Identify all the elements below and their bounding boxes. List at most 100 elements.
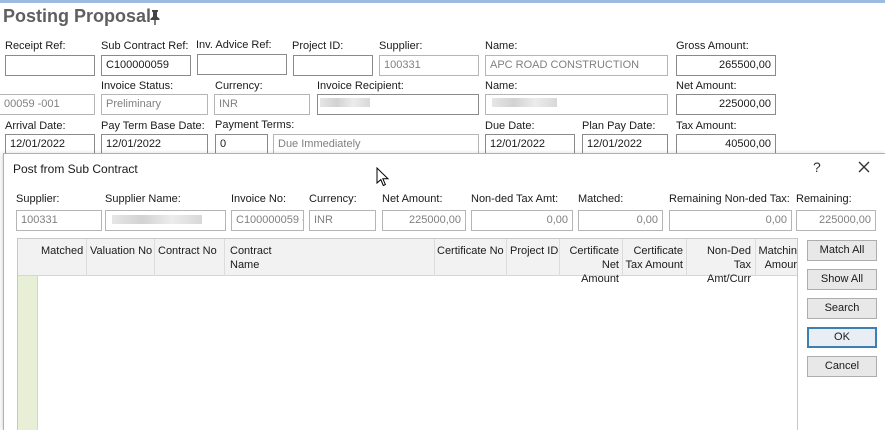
receipt-ref-label: Receipt Ref:: [5, 40, 66, 52]
net-amount-field[interactable]: 225000,00: [676, 94, 776, 115]
cancel-button[interactable]: Cancel: [807, 356, 877, 377]
pin-icon[interactable]: [148, 9, 162, 25]
column-separator: [224, 239, 225, 276]
dialog-supplier-name-label: Supplier Name:: [105, 193, 181, 205]
column-header-non-ded-line1: Non-Ded: [706, 245, 751, 257]
dialog-title: Post from Sub Contract: [13, 162, 138, 176]
dialog-supplier-field[interactable]: 100331: [16, 210, 102, 231]
grid-header: Matched Valuation No Contract No Contrac…: [18, 239, 797, 285]
show-all-button[interactable]: Show All: [807, 269, 877, 290]
pay-term-base-date-label: Pay Term Base Date:: [101, 120, 205, 132]
sub-contract-grid: Matched Valuation No Contract No Contrac…: [17, 238, 798, 430]
inv-advice-ref-label: Inv. Advice Ref:: [196, 39, 272, 51]
invoice-status-label: Invoice Status:: [101, 80, 174, 92]
dialog-net-amount-label: Net Amount:: [382, 193, 443, 205]
column-separator: [154, 239, 155, 276]
column-separator: [506, 239, 507, 276]
project-id-label: Project ID:: [292, 40, 344, 52]
help-button[interactable]: ?: [813, 159, 821, 175]
dialog-remaining-non-ded-tax-label: Remaining Non-ded Tax:: [669, 193, 790, 205]
dialog-non-ded-tax-amt-field[interactable]: 0,00: [471, 210, 573, 231]
column-separator: [559, 239, 560, 276]
search-button[interactable]: Search: [807, 298, 877, 319]
column-header-matched[interactable]: Matched: [41, 244, 83, 258]
column-header-non-ded-line2: Tax Amt/Curr: [707, 259, 751, 285]
invoice-recipient-label: Invoice Recipient:: [317, 80, 404, 92]
tax-amount-label: Tax Amount:: [676, 120, 737, 132]
column-header-certificate-no[interactable]: Certificate No: [437, 244, 504, 258]
dialog-remaining-non-ded-tax-field[interactable]: 0,00: [669, 210, 792, 231]
invoice-status-field[interactable]: Preliminary: [101, 94, 208, 115]
column-header-cert-tax-line2: Tax Amount: [625, 259, 683, 271]
window-top-border: [0, 0, 885, 3]
arrival-date-field[interactable]: 12/01/2022: [5, 134, 95, 155]
receipt-ref-field[interactable]: [5, 55, 95, 76]
ok-button[interactable]: OK: [807, 327, 877, 348]
dialog-currency-label: Currency:: [309, 193, 357, 205]
inv-advice-ref-field[interactable]: [197, 54, 287, 75]
redacted-supplier-name: [112, 215, 202, 224]
net-amount-label: Net Amount:: [676, 80, 737, 92]
match-all-button[interactable]: Match All: [807, 240, 877, 261]
column-header-matching-line1: Matchin: [758, 245, 797, 257]
column-header-certificate-net-amount[interactable]: Certificate Net Amount: [562, 244, 619, 286]
payment-terms-code-field[interactable]: 0: [215, 134, 268, 155]
column-header-contract-name-line2: Name: [230, 259, 260, 271]
plan-pay-date-field[interactable]: 12/01/2022: [582, 134, 668, 155]
redacted-recipient-name: [492, 98, 557, 107]
dialog-remaining-label: Remaining:: [796, 193, 852, 205]
due-date-label: Due Date:: [485, 120, 535, 132]
mouse-cursor-icon: [376, 166, 390, 187]
column-header-contract-name[interactable]: Contract Name: [230, 244, 272, 272]
due-date-field[interactable]: 12/01/2022: [485, 134, 575, 155]
currency-label: Currency:: [215, 80, 263, 92]
column-header-certificate-tax-amount[interactable]: Certificate Tax Amount: [625, 244, 683, 272]
column-header-non-ded-tax-amt-curr[interactable]: Non-Ded Tax Amt/Curr: [688, 244, 751, 286]
column-header-contract-no[interactable]: Contract No: [158, 244, 217, 258]
column-header-matching-amount[interactable]: Matchin Amour: [758, 244, 797, 272]
column-separator: [622, 239, 623, 276]
gross-amount-label: Gross Amount:: [676, 40, 749, 52]
payment-terms-label: Payment Terms:: [215, 119, 295, 131]
column-separator: [755, 239, 756, 276]
tax-amount-field[interactable]: 40500,00: [676, 134, 776, 155]
column-header-matching-line2: Amour: [764, 259, 797, 271]
dialog-matched-label: Matched:: [578, 193, 624, 205]
name-field[interactable]: APC ROAD CONSTRUCTION: [485, 55, 668, 76]
sub-contract-ref-label: Sub Contract Ref:: [101, 40, 189, 52]
dialog-invoice-no-field[interactable]: C100000059 -: [231, 210, 304, 231]
column-header-cert-tax-line1: Certificate: [633, 245, 683, 257]
dialog-supplier-label: Supplier:: [16, 193, 60, 205]
plan-pay-date-label: Plan Pay Date:: [582, 120, 656, 132]
dialog-matched-field[interactable]: 0,00: [578, 210, 663, 231]
column-header-valuation-no[interactable]: Valuation No: [90, 244, 152, 258]
pay-term-base-date-field[interactable]: 12/01/2022: [101, 134, 208, 155]
arrival-date-label: Arrival Date:: [5, 120, 66, 132]
currency-field[interactable]: INR: [214, 94, 310, 115]
post-from-sub-contract-dialog: Post from Sub Contract ? Supplier: 10033…: [3, 153, 885, 430]
name-label: Name:: [485, 40, 518, 52]
dialog-invoice-no-label: Invoice No:: [231, 193, 287, 205]
dialog-net-amount-field[interactable]: 225000,00: [382, 210, 466, 231]
supplier-label: Supplier:: [379, 40, 423, 52]
reference-partial-field[interactable]: 00059 -001: [0, 94, 95, 115]
column-header-contract-name-line1: Contract: [230, 245, 272, 257]
dialog-currency-field[interactable]: INR: [309, 210, 376, 231]
column-header-cert-net-line2: Net Amount: [581, 259, 619, 285]
row-selector-column[interactable]: [18, 276, 38, 430]
close-icon[interactable]: [854, 157, 874, 177]
column-header-cert-net-line1: Certificate: [569, 245, 619, 257]
recipient-name-label: Name:: [485, 80, 518, 92]
supplier-field[interactable]: 100331: [379, 55, 479, 76]
column-header-project-id[interactable]: Project ID: [510, 244, 558, 258]
payment-terms-description-field[interactable]: Due Immediately: [273, 134, 479, 155]
sub-contract-ref-field[interactable]: C100000059: [101, 55, 191, 76]
column-separator: [86, 239, 87, 276]
page-title: Posting Proposal: [3, 6, 152, 26]
gross-amount-field[interactable]: 265500,00: [676, 55, 776, 76]
column-separator: [686, 239, 687, 276]
project-id-field[interactable]: [293, 55, 373, 76]
dialog-non-ded-tax-amt-label: Non-ded Tax Amt:: [471, 193, 559, 205]
redacted-recipient: [320, 98, 370, 107]
dialog-remaining-field[interactable]: 225000,00: [796, 210, 876, 231]
